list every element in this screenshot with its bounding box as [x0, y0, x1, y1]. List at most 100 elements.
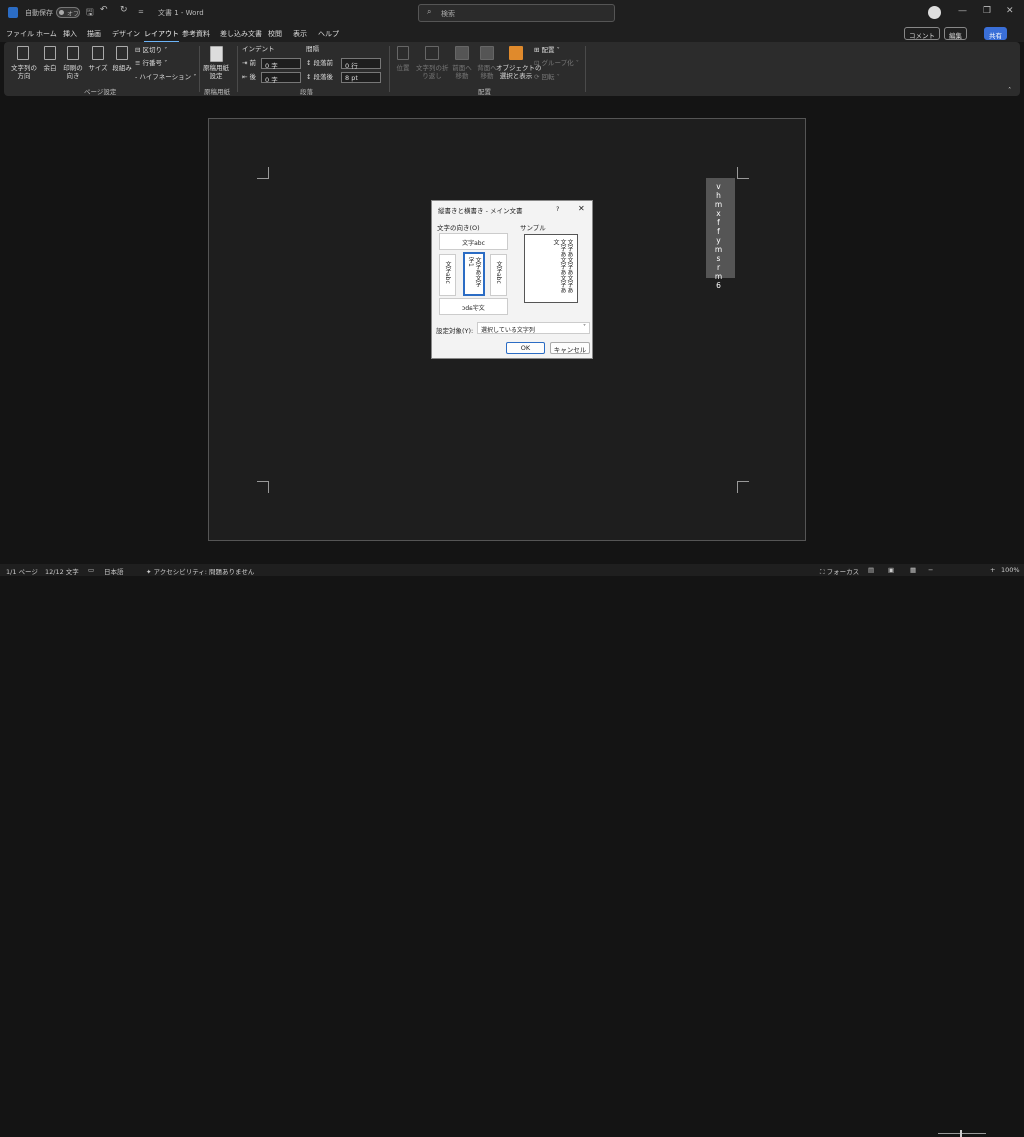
- search-input[interactable]: 検索: [441, 9, 455, 19]
- tab-design[interactable]: デザイン: [112, 29, 140, 39]
- search-box[interactable]: ⌕ 検索: [418, 4, 615, 22]
- ok-button[interactable]: OK: [506, 342, 545, 354]
- zoom-out-button[interactable]: −: [928, 566, 933, 574]
- tab-home[interactable]: ホーム: [36, 29, 57, 39]
- web-layout-icon[interactable]: ▦: [910, 566, 916, 574]
- option-vertical-right[interactable]: 文字abc: [490, 254, 507, 296]
- columns-button[interactable]: 段組み: [110, 64, 134, 72]
- tab-mailings[interactable]: 差し込み文書: [220, 29, 262, 39]
- text-direction-button[interactable]: 文字列の 方向: [10, 64, 38, 80]
- read-mode-icon[interactable]: ▤: [868, 566, 874, 574]
- margins-icon: [44, 46, 56, 60]
- bring-forward-button[interactable]: 前面へ 移動: [449, 64, 475, 80]
- apply-to-select[interactable]: 選択している文字列 ˅: [477, 322, 590, 334]
- dialog-title: 縦書きと横書き - メイン文書: [438, 207, 523, 215]
- orientation-button[interactable]: 印刷の 向き: [62, 64, 84, 80]
- indent-label: インデント: [242, 45, 275, 53]
- accessibility-status[interactable]: ✦ アクセシビリティ: 問題ありません: [146, 566, 254, 576]
- share-button[interactable]: 共有: [984, 27, 1007, 40]
- wrap-text-button[interactable]: 文字列の折 り返し: [416, 64, 449, 80]
- space-after-input[interactable]: 8 pt: [341, 72, 381, 83]
- group-button[interactable]: ⊡ グループ化 ˅: [534, 59, 579, 67]
- language-indicator[interactable]: 日本語: [104, 566, 124, 576]
- tab-file[interactable]: ファイル: [6, 29, 34, 39]
- tab-review[interactable]: 校閲: [268, 29, 282, 39]
- option-vertical-selected[interactable]: 文字あ文字 字1: [463, 252, 485, 296]
- ribbon-tabs: ファイル ホーム 挿入 描画 デザイン レイアウト 参考資料 差し込み文書 校閲…: [0, 26, 1024, 43]
- indent-after-input[interactable]: 0 字: [261, 72, 301, 84]
- manuscript-icon: [210, 46, 223, 62]
- direction-label: 文字の向き(O): [437, 224, 480, 232]
- tab-layout[interactable]: レイアウト: [144, 29, 179, 43]
- print-layout-icon[interactable]: ▣: [888, 566, 894, 574]
- wrap-text-icon: [425, 46, 439, 60]
- indent-before-input[interactable]: 0 字: [261, 58, 301, 70]
- title-bar: 自動保存 オフ 🖫 ↶ ↻ = 文書 1 - Word ⌕ 検索 — ❐ ✕: [0, 0, 1024, 26]
- redo-icon[interactable]: ↻: [120, 5, 128, 15]
- chevron-down-icon: ˅: [583, 324, 586, 331]
- rotate-button[interactable]: ⟳ 回転 ˅: [534, 73, 560, 81]
- document-title: 文書 1 - Word: [158, 9, 204, 17]
- cancel-button[interactable]: キャンセル: [550, 342, 590, 354]
- align-button[interactable]: ⊞ 配置 ˅: [534, 46, 560, 54]
- comment-button[interactable]: コメント: [904, 27, 940, 40]
- group-paragraph: 段落: [300, 88, 313, 96]
- zoom-slider[interactable]: [938, 1133, 986, 1134]
- space-before-input[interactable]: 0 行: [341, 58, 381, 70]
- apply-to-label: 設定対象(Y):: [436, 327, 474, 335]
- zoom-slider-thumb[interactable]: [960, 1130, 962, 1137]
- save-icon[interactable]: 🖫: [86, 5, 94, 21]
- group-page-setup: ページ設定: [84, 88, 117, 96]
- collapse-ribbon-icon[interactable]: ˄: [1008, 86, 1011, 94]
- group-arrange: 配置: [478, 88, 491, 96]
- margin-marker: [257, 481, 269, 493]
- margins-button[interactable]: 余白: [42, 64, 58, 72]
- tab-help[interactable]: ヘルプ: [318, 29, 339, 39]
- edit-mode-button[interactable]: 編集: [944, 27, 967, 40]
- indent-before-label: ⇥ 前: [242, 59, 257, 67]
- text-direction-dialog: 縦書きと横書き - メイン文書 ? ✕ 文字の向き(O) サンプル 文字abc …: [431, 200, 593, 359]
- option-vertical-left[interactable]: 文字abc: [439, 254, 456, 296]
- word-count[interactable]: 12/12 文字: [45, 566, 79, 576]
- dialog-close-button[interactable]: ✕: [578, 204, 585, 213]
- selection-pane-button[interactable]: オブジェクトの 選択と表示: [496, 64, 542, 80]
- word-icon: [8, 7, 18, 18]
- undo-icon[interactable]: ↶: [100, 5, 108, 15]
- tab-insert[interactable]: 挿入: [63, 29, 77, 39]
- autosave-toggle[interactable]: オフ: [56, 7, 80, 18]
- bring-forward-icon: [455, 46, 469, 60]
- customize-toolbar-icon[interactable]: =: [138, 8, 144, 16]
- space-after-label: ↕ 段落後: [306, 73, 334, 81]
- ribbon: 文字列の 方向 余白 印刷の 向き サイズ 段組み ⊟ 区切り ˅ ≡ 行番号 …: [4, 42, 1020, 96]
- close-window-button[interactable]: ✕: [1006, 6, 1014, 16]
- restore-button[interactable]: ❐: [983, 6, 991, 16]
- tab-draw[interactable]: 描画: [87, 29, 101, 39]
- breaks-button[interactable]: ⊟ 区切り ˅: [135, 46, 167, 54]
- page-count[interactable]: 1/1 ページ: [6, 566, 38, 576]
- columns-icon: [116, 46, 128, 60]
- line-numbers-button[interactable]: ≡ 行番号 ˅: [135, 59, 167, 67]
- size-icon: [92, 46, 104, 60]
- autosave-label: 自動保存: [25, 9, 53, 17]
- proofing-icon[interactable]: ▭: [88, 566, 94, 574]
- focus-button[interactable]: ⛶ フォーカス: [820, 566, 859, 577]
- sample-preview: 文字あ文字あ文字あ文字あ文字あ文字あ文: [524, 234, 578, 303]
- minimize-button[interactable]: —: [958, 6, 967, 16]
- manuscript-button[interactable]: 原稿用紙 設定: [202, 64, 230, 80]
- option-horizontal[interactable]: 文字abc: [439, 233, 508, 250]
- hyphenation-button[interactable]: ‐ ハイフネーション ˅: [135, 73, 197, 81]
- selected-vertical-text[interactable]: vhmxffymsrm6: [706, 178, 735, 290]
- search-icon: ⌕: [427, 7, 432, 16]
- tab-view[interactable]: 表示: [293, 29, 307, 39]
- zoom-in-button[interactable]: +: [990, 566, 995, 574]
- zoom-level[interactable]: 100%: [1001, 566, 1020, 574]
- size-button[interactable]: サイズ: [88, 64, 108, 72]
- sample-label: サンプル: [520, 224, 546, 232]
- avatar[interactable]: [928, 6, 941, 19]
- option-horizontal-flip[interactable]: 文字abc: [439, 298, 508, 315]
- tab-references[interactable]: 参考資料: [182, 29, 210, 39]
- help-button[interactable]: ?: [556, 205, 559, 213]
- position-button[interactable]: 位置: [392, 64, 414, 72]
- margin-marker: [737, 481, 749, 493]
- position-icon: [397, 46, 409, 60]
